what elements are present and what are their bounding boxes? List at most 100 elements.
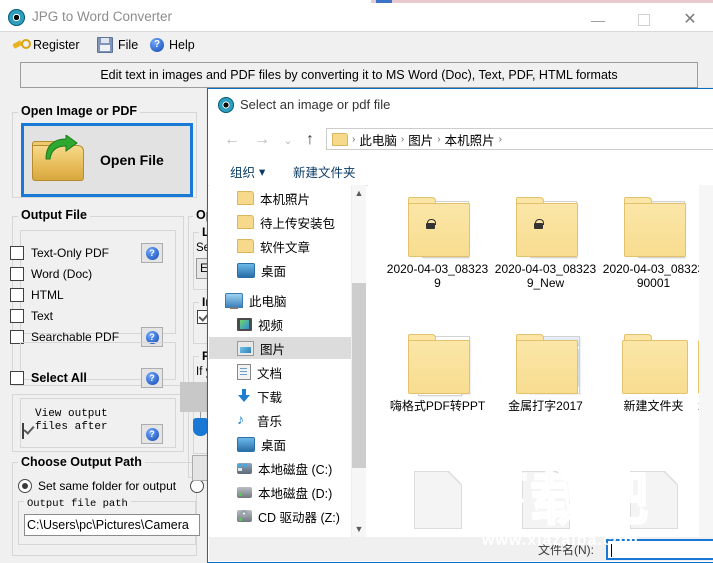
chevron-down-icon[interactable]: ⌄ (278, 130, 298, 150)
scroll-up-icon[interactable]: ▲ (352, 185, 366, 201)
tree-item-label: 本地磁盘 (D:) (258, 486, 333, 501)
desktop-icon (237, 436, 255, 452)
tree-item-desktop-2[interactable]: 桌面 (209, 433, 357, 455)
tree-item-upload-packages[interactable]: 待上传安装包 (209, 211, 357, 233)
checkbox-select-all[interactable]: Select All (10, 371, 87, 385)
file-item[interactable]: 金属打字2017 (493, 330, 598, 413)
navigation-tree[interactable]: 本机照片 待上传安装包 软件文章 桌面 此电脑 视频 图片 文档 下载 ♪ 音乐 … (209, 185, 357, 537)
up-icon[interactable]: ↑ (300, 130, 320, 150)
checkbox-html[interactable]: HTML (10, 288, 64, 302)
breadcrumb-item-this-pc[interactable]: 此电脑 (359, 130, 397, 149)
filename-label: 文件名(N): (538, 543, 594, 557)
radio-dot (18, 479, 32, 493)
breadcrumb-item-pictures[interactable]: 图片 (408, 130, 433, 149)
menu-help[interactable]: ? Help (150, 35, 195, 54)
tree-item-drive-d[interactable]: 本地磁盘 (D:) (209, 481, 357, 503)
breadcrumb-separator: › (498, 133, 502, 145)
file-name: 嗨格式PDF转PPT (389, 399, 486, 413)
menu-register[interactable]: Register (13, 35, 80, 54)
radio-same-folder[interactable]: Set same folder for output (18, 479, 176, 493)
scroll-down-icon[interactable]: ▼ (352, 521, 366, 537)
help-circle-icon: ? (145, 246, 159, 260)
new-folder-button[interactable]: 新建文件夹 (293, 162, 356, 181)
tree-scrollbar-thumb[interactable] (352, 283, 366, 468)
file-grid-scrollbar[interactable] (699, 185, 713, 537)
checkbox-word-doc[interactable]: Word (Doc) (10, 267, 92, 281)
tree-item-this-pc[interactable]: 此电脑 (209, 289, 357, 311)
dialog-navigation-bar: ← → ⌄ ↑ › 此电脑 › 图片 › 本机照片 › (208, 121, 713, 157)
checkbox-label: Word (Doc) (31, 267, 93, 281)
file-item[interactable]: 2020-04-03_083239 (385, 193, 490, 290)
file-name: 2020-04-03_083239 (386, 262, 489, 290)
output-file-group-title: Output File (18, 208, 90, 222)
checkbox-label: Select All (31, 371, 87, 385)
green-arrow-icon (45, 135, 78, 160)
app-eye-icon (8, 9, 25, 26)
help-button-view-output[interactable]: ? (141, 424, 163, 444)
dialog-command-bar: 组织 ▾ 新建文件夹 (208, 157, 713, 186)
help-circle-icon: ? (145, 427, 159, 441)
breadcrumb-separator: › (437, 133, 441, 145)
tree-item-music[interactable]: ♪ 音乐 (209, 409, 357, 431)
file-list-grid[interactable]: 2020-04-03_083239 2020-04-03_083239_New … (368, 185, 713, 537)
checkbox-text-only-pdf[interactable]: Text-Only PDF (10, 246, 109, 260)
key-icon (13, 38, 31, 52)
folder-with-screenshot-icon (510, 330, 582, 396)
documents-icon (237, 364, 251, 380)
tree-item-local-photos[interactable]: 本机照片 (209, 187, 357, 209)
file-item[interactable] (601, 467, 706, 536)
minimize-button[interactable]: — (575, 6, 621, 34)
help-button-select-all[interactable]: ? (141, 368, 163, 388)
checkbox-box (10, 309, 24, 323)
breadcrumb[interactable]: › 此电脑 › 图片 › 本机照片 › (326, 128, 713, 150)
minimize-icon: — (591, 12, 605, 28)
tree-item-documents[interactable]: 文档 (209, 361, 357, 383)
tree-item-cd-drive[interactable]: CD 驱动器 (Z:) (209, 505, 357, 527)
breadcrumb-item-local-photos[interactable]: 本机照片 (445, 130, 495, 149)
back-icon[interactable]: ← (222, 130, 242, 150)
forward-icon[interactable]: → (252, 130, 272, 150)
open-file-button[interactable]: Open File (21, 123, 193, 197)
output-path-input[interactable]: C:\Users\pc\Pictures\Camera (24, 514, 200, 536)
document-icon (618, 467, 690, 533)
pictures-icon (237, 340, 254, 356)
tree-item-desktop[interactable]: 桌面 (209, 259, 357, 281)
tree-item-label: 桌面 (261, 438, 287, 453)
breadcrumb-separator: › (352, 133, 356, 145)
file-item[interactable] (493, 467, 598, 536)
file-item[interactable] (385, 467, 490, 536)
organize-label: 组织 (230, 166, 256, 180)
app-menu-bar: Register File ? Help (0, 32, 713, 57)
tree-item-drive-c[interactable]: 本地磁盘 (C:) (209, 457, 357, 479)
checkbox-text[interactable]: Text (10, 309, 53, 323)
maximize-button[interactable] (621, 6, 667, 34)
checkbox-view-output[interactable] (22, 423, 24, 439)
promo-banner-text: Edit text in images and PDF files by con… (100, 68, 618, 82)
tree-item-pictures[interactable]: 图片 (209, 337, 357, 359)
tree-item-downloads[interactable]: 下载 (209, 385, 357, 407)
tree-item-videos[interactable]: 视频 (209, 313, 357, 335)
dialog-title: Select an image or pdf file (240, 97, 391, 112)
filename-input[interactable] (606, 539, 713, 560)
folder-icon (237, 239, 254, 253)
help-button-text-only-pdf[interactable]: ? (141, 243, 163, 263)
tree-item-software-articles[interactable]: 软件文章 (209, 235, 357, 257)
close-button[interactable]: ✕ (667, 6, 713, 34)
output-path-group-title: Choose Output Path (18, 455, 145, 469)
menu-register-label: Register (33, 37, 80, 52)
file-item[interactable]: Vers 2020-04-03_0832390001 (601, 193, 706, 290)
radio-other-folder[interactable] (190, 479, 204, 493)
checkbox-box (10, 246, 24, 260)
folder-icon (237, 215, 254, 229)
tree-item-label: 视频 (258, 318, 284, 333)
file-item[interactable]: 2020-04-03_083239_New (493, 193, 598, 290)
organize-menu[interactable]: 组织 ▾ (230, 162, 265, 181)
checkbox-label: Text-Only PDF (31, 246, 110, 260)
menu-file[interactable]: File (97, 35, 138, 54)
file-item[interactable]: 嗨格式PDF转PPT (385, 330, 490, 413)
tree-scrollbar[interactable]: ▲ ▼ (351, 185, 366, 537)
checkbox-label: HTML (31, 288, 64, 302)
file-item[interactable]: 新建文件夹 (601, 330, 706, 413)
tree-item-label: 音乐 (257, 414, 283, 429)
checkbox-box (10, 267, 24, 281)
